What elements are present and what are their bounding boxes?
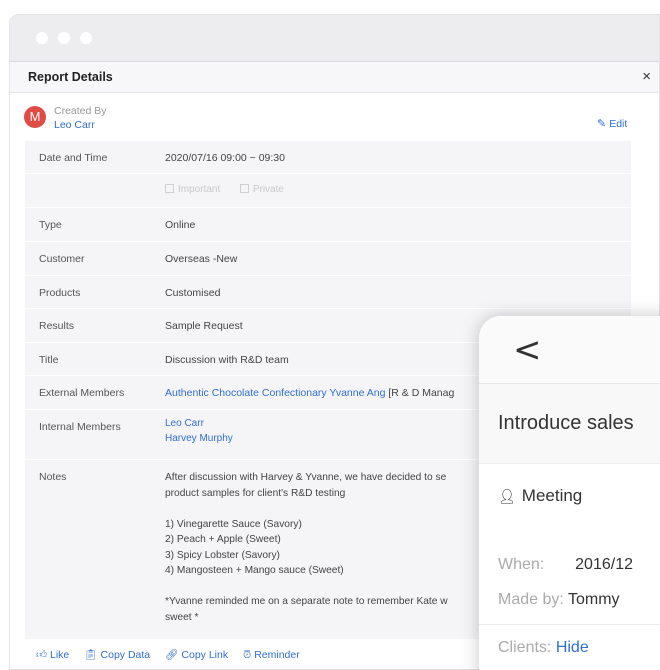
table-row-customer: Customer Overseas -New — [25, 242, 631, 276]
row-label: Date and Time — [39, 152, 108, 164]
like-button[interactable]: 👍︎ Like — [36, 648, 69, 661]
row-label: Type — [39, 219, 62, 231]
clients-hide-link[interactable]: Hide — [556, 639, 589, 656]
table-row-flags: Important Private — [25, 174, 631, 208]
notes-line: *Yvanne reminded me on a separate note t… — [165, 596, 448, 607]
external-member-role: [R & D Manag — [385, 387, 455, 399]
chevron-left-icon[interactable]: < — [513, 330, 542, 370]
phone-preview: < Introduce sales 👤︎ Meeting When: 2016/1… — [479, 316, 660, 670]
like-label: Like — [49, 649, 70, 661]
action-bar: 👍︎ Like 📋︎ Copy Data 🔗︎ Copy Link ⏰︎ Reminde… — [36, 648, 312, 662]
when-field: When: 2016/12 — [498, 556, 633, 574]
creator-name-link[interactable]: Leo Carr — [54, 119, 95, 131]
meeting-label: Meeting — [521, 486, 583, 505]
avatar: M — [24, 106, 46, 128]
made-by-value: Tommy — [567, 591, 620, 608]
window-minimize-dot[interactable] — [58, 32, 70, 44]
notes-line: 3) Spicy Lobster (Savory) — [165, 549, 280, 561]
window-close-dot[interactable] — [36, 32, 48, 44]
dialog-title: Report Details — [28, 70, 113, 84]
copy-link-button[interactable]: 🔗︎ Copy Link — [165, 648, 228, 661]
divider — [479, 624, 660, 625]
copy-link-label: Copy Link — [181, 649, 229, 661]
phone-nav-bar: < — [479, 316, 660, 384]
reminder-button[interactable]: ⏰︎ Reminder — [243, 649, 300, 662]
notes-line — [165, 579, 448, 595]
row-value: Discussion with R&D team — [165, 354, 289, 366]
internal-member-link[interactable]: Leo Carr — [165, 418, 204, 429]
alarm-clock-icon: ⏰︎ — [243, 649, 252, 661]
copy-data-button[interactable]: 📋︎ Copy Data — [84, 648, 150, 661]
clients-field: Clients: Hide — [498, 639, 589, 657]
internal-member-link[interactable]: Harvey Murphy — [165, 433, 233, 444]
pencil-icon: ✎ — [597, 118, 607, 130]
created-by-label: Created By — [54, 105, 107, 117]
notes-line: 4) Mangosteen + Mango sauce (Sweet) — [165, 565, 344, 576]
edit-label: Edit — [609, 118, 628, 130]
row-label: Notes — [39, 471, 67, 483]
notes-line — [165, 501, 448, 517]
row-label: Products — [39, 287, 81, 299]
link-icon: 🔗︎ — [165, 649, 179, 661]
edit-button[interactable]: ✎ Edit — [597, 117, 627, 130]
row-label: Results — [39, 320, 75, 332]
window-titlebar — [10, 15, 659, 61]
private-label: Private — [252, 184, 284, 195]
table-row-type: Type Online — [25, 208, 631, 242]
dialog-header: Report Details × — [10, 61, 659, 93]
row-label: Internal Members — [39, 421, 121, 433]
notes-line: sweet * — [165, 611, 199, 623]
row-label: External Members — [39, 387, 125, 399]
made-by-label: Made by: — [498, 591, 564, 608]
when-value: 2016/12 — [575, 556, 633, 573]
row-value: 2020/07/16 09:00 ~ 09:30 — [165, 152, 285, 164]
important-checkbox[interactable] — [165, 184, 174, 193]
notes-line: After discussion with Harvey & Yvanne, w… — [165, 472, 447, 483]
meeting-heading: 👤︎ Meeting — [498, 486, 582, 506]
row-label: Title — [39, 354, 59, 366]
reminder-label: Reminder — [254, 649, 300, 661]
notes-line: 1) Vinegarette Sauce (Savory) — [165, 518, 302, 530]
phone-title-bar: Introduce sales — [479, 384, 660, 464]
table-row-date: Date and Time 2020/07/16 09:00 ~ 09:30 — [25, 141, 631, 174]
flags-group: Important Private — [165, 184, 284, 195]
thumbs-up-icon: 👍︎ — [36, 649, 47, 661]
notes-line: 2) Peach + Apple (Sweet) — [165, 534, 281, 545]
clipboard-icon: 📋︎ — [84, 649, 98, 661]
row-value: Customised — [165, 287, 221, 299]
private-checkbox[interactable] — [239, 184, 249, 193]
window-zoom-dot[interactable] — [80, 32, 92, 44]
row-value: Online — [165, 219, 196, 231]
table-row-products: Products Customised — [25, 276, 631, 309]
person-icon: 👤︎ — [498, 488, 516, 504]
external-member-link[interactable]: Authentic Chocolate Confectionary Yvanne… — [165, 387, 385, 399]
notes-text: After discussion with Harvey & Yvanne, w… — [165, 470, 448, 625]
when-label: When: — [498, 556, 545, 573]
row-value: Authentic Chocolate Confectionary Yvanne… — [165, 387, 454, 399]
copy-data-label: Copy Data — [100, 649, 151, 661]
row-label: Customer — [39, 253, 85, 265]
row-value: Sample Request — [165, 320, 243, 332]
close-icon[interactable]: × — [642, 68, 651, 85]
clients-label: Clients: — [498, 639, 552, 656]
phone-title: Introduce sales — [498, 412, 634, 434]
notes-line: product samples for client's R&D testing — [165, 487, 346, 499]
row-value: Overseas -New — [165, 253, 238, 265]
important-label: Important — [178, 184, 221, 195]
made-by-field: Made by: Tommy — [498, 591, 620, 609]
